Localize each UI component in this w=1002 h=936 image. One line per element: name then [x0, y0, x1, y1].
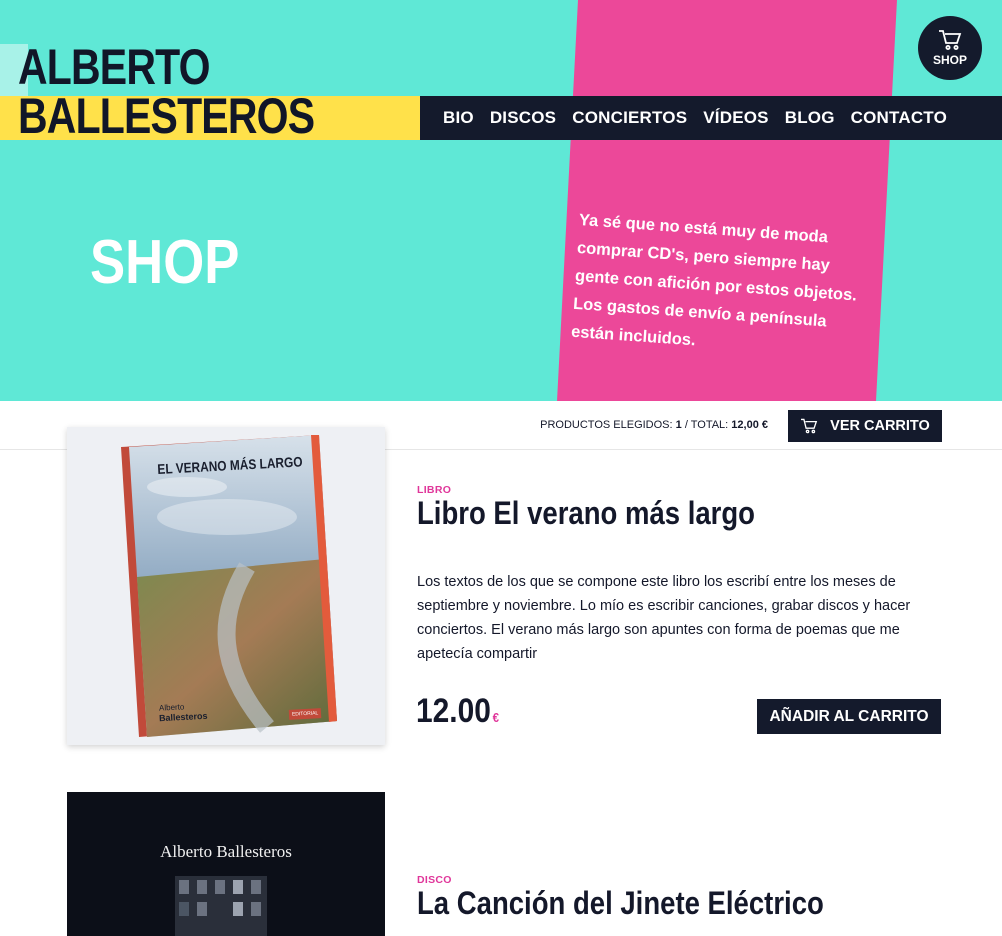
main-nav: BIO DISCOS CONCIERTOS VÍDEOS BLOG CONTAC…: [420, 96, 1002, 140]
product-description: Los textos de los que se compone este li…: [417, 574, 911, 662]
nav-item-contacto[interactable]: CONTACTO: [851, 108, 947, 128]
brand-name-line1[interactable]: ALBERTO: [18, 42, 210, 92]
product-image-book[interactable]: EL VERANO MÁS LARGO Alberto Ballesteros …: [67, 427, 385, 745]
disc-cover-illustration: [175, 876, 267, 936]
nav-item-videos[interactable]: VÍDEOS: [703, 108, 768, 128]
book-cover-illustration: [121, 435, 337, 737]
brand-name-line2[interactable]: BALLESTEROS: [18, 91, 315, 141]
price-currency: €: [492, 710, 500, 725]
view-cart-label: VER CARRITO: [830, 418, 930, 434]
shop-button-label: SHOP: [932, 53, 967, 67]
product-title[interactable]: La Canción del Jinete Eléctrico: [417, 887, 824, 919]
hero-description: Ya sé que no está muy de moda comprar CD…: [570, 210, 858, 350]
book-cover-publisher: EDITORIAL: [288, 708, 322, 720]
nav-item-bio[interactable]: BIO: [443, 108, 474, 128]
cart-count: 1: [675, 419, 682, 431]
page-title: SHOP: [90, 228, 240, 297]
add-to-cart-button[interactable]: AÑADIR AL CARRITO: [757, 699, 941, 734]
product-title[interactable]: Libro El verano más largo: [417, 497, 755, 529]
nav-item-conciertos[interactable]: CONCIERTOS: [572, 108, 687, 128]
product-price: 12.00 €: [416, 694, 499, 728]
shop-button[interactable]: SHOP: [918, 16, 982, 80]
hero-banner: ALBERTO BALLESTEROS BIO DISCOS CONCIERTO…: [0, 0, 1002, 401]
cart-total-label: / TOTAL:: [684, 419, 729, 431]
cart-count-label: PRODUCTOS ELEGIDOS:: [540, 419, 673, 431]
price-value: 12.00: [416, 692, 491, 730]
cart-total: 12,00 €: [731, 419, 768, 431]
view-cart-button[interactable]: VER CARRITO: [788, 410, 942, 442]
nav-item-discos[interactable]: DISCOS: [490, 108, 556, 128]
nav-item-blog[interactable]: BLOG: [785, 108, 835, 128]
cart-summary: PRODUCTOS ELEGIDOS: 1 / TOTAL: 12,00 €: [540, 419, 768, 431]
product-image-disc[interactable]: Alberto Ballesteros: [67, 792, 385, 936]
cart-icon: [801, 418, 818, 434]
cart-icon: [939, 30, 962, 50]
